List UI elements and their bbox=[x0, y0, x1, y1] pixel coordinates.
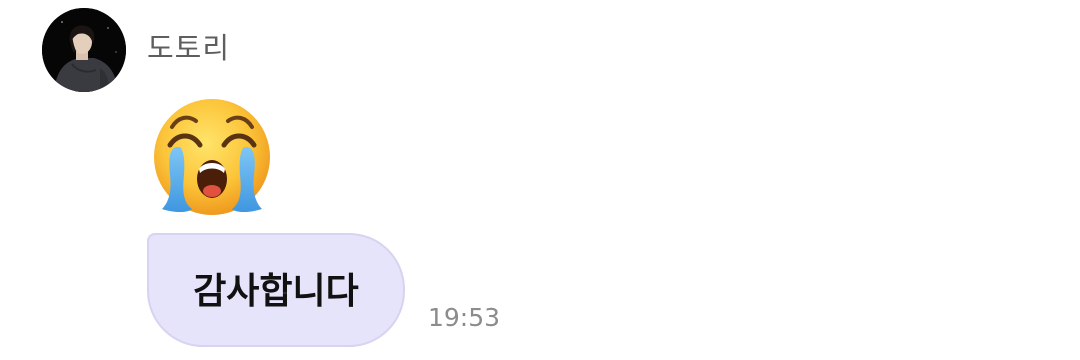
sticker-message[interactable] bbox=[150, 95, 274, 219]
sender-name[interactable]: 도토리 bbox=[147, 30, 230, 66]
chat-screen: 도토리 감사합니다 19:53 bbox=[0, 0, 1080, 360]
profile-photo-icon bbox=[42, 8, 126, 92]
sender-avatar[interactable] bbox=[42, 8, 126, 92]
message-timestamp: 19:53 bbox=[428, 303, 501, 332]
loudly-crying-face-emoji-icon bbox=[154, 99, 270, 215]
message-text: 감사합니다 bbox=[193, 271, 359, 312]
message-bubble[interactable]: 감사합니다 bbox=[147, 233, 405, 347]
